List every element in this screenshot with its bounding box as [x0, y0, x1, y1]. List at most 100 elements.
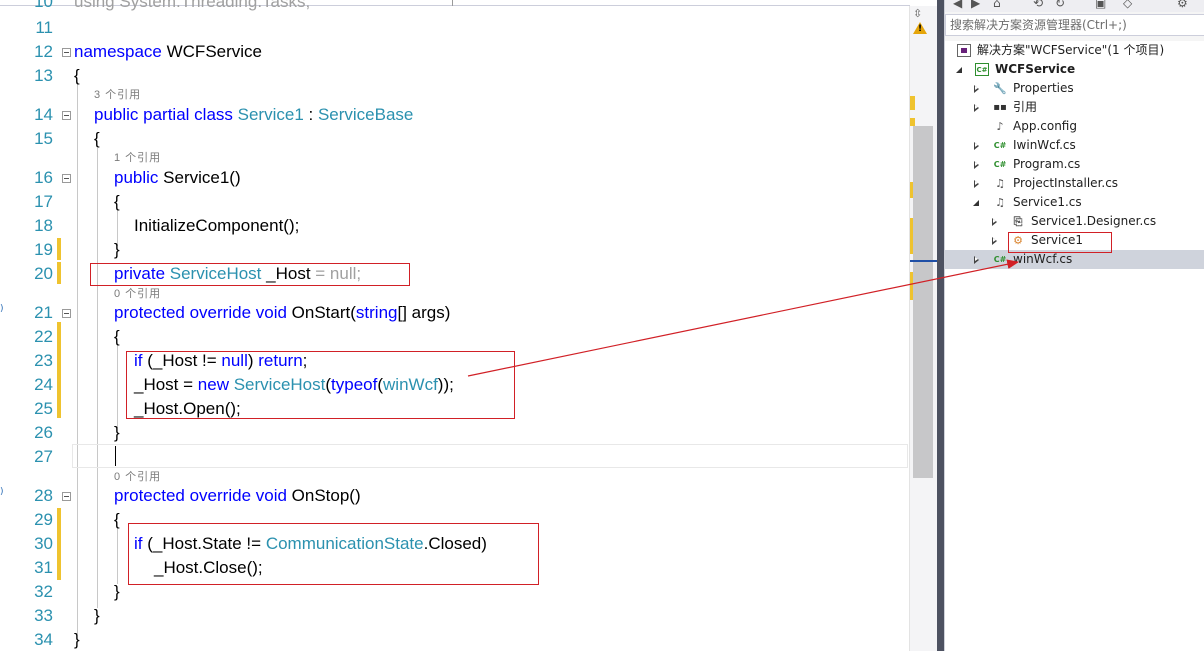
code-line[interactable]: 34 }	[0, 628, 910, 651]
line-number: 31	[34, 558, 53, 577]
line-number: 13	[34, 66, 53, 85]
line-number: 20	[34, 264, 53, 283]
code-text: {	[114, 510, 120, 529]
solution-explorer[interactable]: ◀ ▶ ⌂ ⟲ ↻ ▣ ◇ ⚙ 搜索解决方案资源管理器(Ctrl+;) 解决方案…	[944, 0, 1204, 651]
code-text: {	[114, 327, 120, 346]
code-text: protected override void OnStart(string[]…	[114, 303, 451, 322]
line-number: 33	[34, 606, 53, 625]
forward-icon[interactable]: ▶	[971, 0, 980, 10]
line-number: 17	[34, 192, 53, 211]
code-text: }	[114, 240, 120, 259]
solution-search-input[interactable]: 搜索解决方案资源管理器(Ctrl+;)	[945, 14, 1204, 36]
code-line[interactable]: 22 {	[0, 325, 910, 349]
code-line[interactable]: 11	[0, 16, 910, 40]
code-line[interactable]: 10 using System.Threading.Tasks;	[0, 0, 910, 14]
tree-item-project[interactable]: C# WCFService	[945, 60, 1204, 79]
tree-item-references[interactable]: ▪▪ 引用	[945, 98, 1204, 117]
solution-tree[interactable]: 解决方案"WCFService"(1 个项目) C# WCFService 🔧 …	[945, 41, 1204, 651]
code-line[interactable]: 15 {	[0, 127, 910, 151]
properties-icon[interactable]: ⚙	[1177, 0, 1188, 10]
sync-icon[interactable]: ⟲	[1033, 0, 1043, 10]
csharp-file-icon: C#	[993, 141, 1007, 150]
tree-item-label: Program.cs	[1013, 157, 1081, 171]
code-line[interactable]: 17 {	[0, 190, 910, 214]
code-line[interactable]: 12 namespace WCFService	[0, 40, 910, 64]
code-text: }	[114, 582, 120, 601]
line-number: 21	[34, 303, 53, 322]
codelens-references[interactable]: 0 个引用	[114, 470, 161, 484]
annotation-box-onstart	[126, 351, 515, 419]
code-line[interactable]: 27	[0, 445, 910, 469]
code-line[interactable]: 14 public partial class Service1 : Servi…	[0, 103, 910, 127]
line-number: 11	[35, 18, 53, 37]
line-number: 18	[34, 216, 53, 235]
code-text: namespace WCFService	[74, 42, 263, 61]
line-number: 10	[34, 0, 53, 11]
code-line[interactable]: 32 }	[0, 580, 910, 604]
code-text: {	[74, 66, 80, 85]
tree-item-service1-designer[interactable]: ⎘ Service1.Designer.cs	[945, 212, 1204, 231]
line-number: 29	[34, 510, 53, 529]
tree-item-service1-cs[interactable]: ♫ Service1.cs	[945, 193, 1204, 212]
solution-explorer-toolbar: ◀ ▶ ⌂ ⟲ ↻ ▣ ◇ ⚙	[945, 0, 1204, 12]
code-text: public partial class Service1 : ServiceB…	[94, 105, 414, 124]
tree-item-properties[interactable]: 🔧 Properties	[945, 79, 1204, 98]
fold-toggle[interactable]	[62, 174, 71, 183]
code-text: }	[114, 423, 120, 442]
view-code-icon[interactable]: ◇	[1123, 0, 1132, 10]
warning-icon[interactable]: !	[913, 22, 927, 34]
wrench-icon: 🔧	[993, 82, 1007, 95]
tree-item-label: ProjectInstaller.cs	[1013, 176, 1119, 190]
code-text: public Service1()	[114, 168, 241, 187]
panel-splitter[interactable]	[937, 0, 944, 651]
tree-item-program[interactable]: C# Program.cs	[945, 155, 1204, 174]
text-caret	[115, 446, 116, 466]
code-text: {	[114, 192, 120, 211]
back-icon[interactable]: ◀	[953, 0, 962, 10]
refresh-icon[interactable]: ↻	[1055, 0, 1065, 10]
codelens-references[interactable]: 0 个引用	[114, 287, 161, 301]
code-line[interactable]: 19 }	[0, 238, 910, 262]
code-line[interactable]: 18 InitializeComponent();	[0, 214, 910, 238]
tree-item-solution[interactable]: 解决方案"WCFService"(1 个项目)	[945, 41, 1204, 60]
fold-toggle[interactable]	[62, 111, 71, 120]
component-file-icon: ♫	[995, 196, 1005, 209]
tree-item-app-config[interactable]: ♪ App.config	[945, 117, 1204, 136]
line-number: 15	[34, 129, 53, 148]
code-line[interactable]: 21 protected override void OnStart(strin…	[0, 301, 910, 325]
code-line[interactable]: 16 public Service1()	[0, 166, 910, 190]
overview-change-mark	[910, 96, 915, 110]
code-editor[interactable]: 10 using System.Threading.Tasks; 11 12 n…	[0, 0, 937, 651]
fold-toggle[interactable]	[62, 309, 71, 318]
code-line[interactable]: 13 {	[0, 64, 910, 88]
codelens-references[interactable]: 1 个引用	[114, 151, 161, 165]
split-editor-icon[interactable]: ⇳	[913, 8, 922, 19]
line-number: 14	[34, 105, 53, 124]
annotation-box-field	[90, 263, 410, 286]
fold-toggle[interactable]	[62, 48, 71, 57]
fold-toggle[interactable]	[62, 492, 71, 501]
code-text: {	[94, 129, 100, 148]
code-line[interactable]: 28 protected override void OnStop()	[0, 484, 910, 508]
line-number: 28	[34, 486, 53, 505]
code-text: using System.Threading.Tasks;	[74, 0, 311, 11]
code-text: protected override void OnStop()	[114, 486, 361, 505]
code-line[interactable]: 26 }	[0, 421, 910, 445]
code-text: InitializeComponent();	[134, 216, 300, 235]
tree-item-projectinstaller[interactable]: ♫ ProjectInstaller.cs	[945, 174, 1204, 193]
vertical-scrollbar[interactable]	[909, 6, 937, 651]
solution-icon	[957, 44, 971, 57]
csharp-file-icon: C#	[993, 255, 1007, 264]
tree-item-iwinwcf[interactable]: C# IwinWcf.cs	[945, 136, 1204, 155]
tree-item-label: 引用	[1013, 100, 1038, 114]
tree-item-label: App.config	[1013, 119, 1077, 133]
codelens-references[interactable]: 3 个引用	[94, 88, 141, 102]
line-number: 34	[34, 630, 53, 649]
tree-item-label: Service1.Designer.cs	[1031, 214, 1157, 228]
code-line[interactable]: 33 }	[0, 604, 910, 628]
scrollbar-thumb[interactable]	[913, 126, 933, 478]
collapse-icon[interactable]: ▣	[1095, 0, 1106, 10]
line-number: 12	[34, 42, 53, 61]
csharp-project-icon: C#	[975, 63, 989, 76]
home-icon[interactable]: ⌂	[993, 0, 1001, 10]
